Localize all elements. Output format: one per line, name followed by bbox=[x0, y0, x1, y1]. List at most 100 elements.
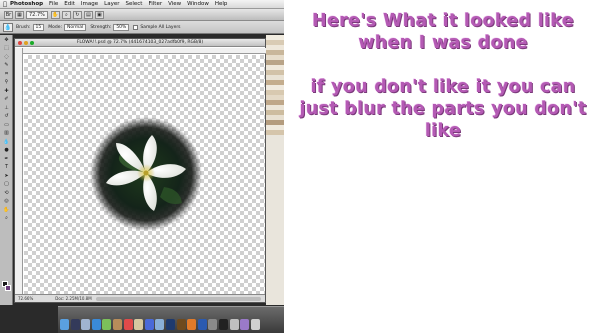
mail-dock-icon[interactable] bbox=[81, 319, 91, 330]
menu-image[interactable]: Image bbox=[81, 1, 98, 7]
lasso-tool-icon[interactable]: ◌ bbox=[1, 54, 12, 61]
pen-tool-icon[interactable]: ✒ bbox=[1, 156, 12, 163]
horizontal-ruler bbox=[23, 48, 266, 54]
caption-line: when I was done bbox=[358, 33, 528, 53]
brush-label: Brush: bbox=[16, 24, 31, 30]
gradient-tool-icon[interactable]: ▥ bbox=[1, 130, 12, 137]
mode-select[interactable]: Normal bbox=[64, 23, 87, 31]
3d-rotate-tool-icon[interactable]: ⟲ bbox=[1, 190, 12, 197]
move-tool-icon[interactable]: ✥ bbox=[1, 37, 12, 44]
zoom-readout[interactable]: 72.66% bbox=[18, 296, 33, 301]
menu-edit[interactable]: Edit bbox=[64, 1, 75, 7]
zoom-button[interactable] bbox=[30, 40, 34, 45]
menu-help[interactable]: Help bbox=[215, 1, 228, 7]
healing-brush-tool-icon[interactable]: ✚ bbox=[1, 88, 12, 95]
ichat-dock-icon[interactable] bbox=[102, 319, 112, 330]
flower-vignette-graphic bbox=[90, 117, 202, 231]
bridge-icon[interactable]: Br bbox=[4, 10, 13, 19]
crop-tool-icon[interactable]: ⌗ bbox=[1, 71, 12, 78]
blur-tool-icon[interactable]: 💧 bbox=[1, 139, 12, 146]
caption-text: Here's What it looked like when I was do… bbox=[292, 10, 594, 142]
trash-dock-icon[interactable] bbox=[250, 319, 260, 330]
flower-image bbox=[90, 117, 202, 231]
eraser-tool-icon[interactable]: ▭ bbox=[1, 122, 12, 129]
quick-select-tool-icon[interactable]: ✎ bbox=[1, 62, 12, 69]
hand-tool-icon[interactable]: ✋ bbox=[1, 207, 12, 214]
window-controls bbox=[18, 40, 36, 45]
brush-tool-icon[interactable]: ✐ bbox=[1, 96, 12, 103]
terminal-dock-icon[interactable] bbox=[218, 319, 228, 330]
horizontal-scrollbar[interactable] bbox=[95, 296, 261, 301]
background-color-swatch[interactable] bbox=[5, 285, 11, 291]
firefox-dock-icon[interactable] bbox=[187, 319, 197, 330]
strip-band bbox=[266, 130, 284, 135]
document-title: FLOWA!!.psd @ 72.7% (441674103_027adfb0f… bbox=[76, 40, 204, 45]
arrange-documents-icon[interactable]: ▤ bbox=[83, 10, 93, 19]
photoshop-dock-icon[interactable] bbox=[165, 319, 175, 330]
hand-tool-icon[interactable]: ✋ bbox=[50, 10, 60, 19]
zoom-level-select[interactable]: 72.7% bbox=[26, 10, 48, 19]
downloads-stack-icon[interactable] bbox=[240, 319, 250, 330]
document-window: FLOWA!!.psd @ 72.7% (441674103_027adfb0f… bbox=[14, 38, 266, 303]
document-title-bar[interactable]: FLOWA!!.psd @ 72.7% (441674103_027adfb0f… bbox=[15, 39, 265, 47]
ical-dock-icon[interactable] bbox=[123, 319, 133, 330]
screenshot-frame:  Photoshop File Edit Image Layer Select… bbox=[0, 0, 600, 333]
options-bar: 💧 Brush: 15 Mode: Normal Strength: 50% S… bbox=[0, 21, 284, 34]
document-size[interactable]: Doc: 2.25M/10.8M bbox=[55, 296, 91, 301]
rotate-view-icon[interactable]: ↻ bbox=[72, 10, 82, 19]
caption-line: if you don't like it you can bbox=[310, 77, 576, 97]
dodge-tool-icon[interactable]: ● bbox=[1, 147, 12, 154]
sample-all-layers-checkbox[interactable] bbox=[133, 24, 139, 30]
type-tool-icon[interactable]: T bbox=[1, 164, 12, 171]
dock bbox=[58, 306, 284, 333]
blur-tool-preset-icon[interactable]: 💧 bbox=[3, 22, 13, 32]
eyedropper-tool-icon[interactable]: ⚲ bbox=[1, 79, 12, 86]
zoom-tool-icon[interactable]: ⌕ bbox=[1, 215, 12, 222]
path-select-tool-icon[interactable]: ➤ bbox=[1, 173, 12, 180]
close-button[interactable] bbox=[18, 40, 22, 45]
tools-panel: ✥ ⬚ ◌ ✎ ⌗ ⚲ ✚ ✐ ⊥ ↺ ▭ ▥ 💧 ● ✒ T ➤ ▢ ⟲ ◎ … bbox=[0, 35, 13, 305]
shape-tool-icon[interactable]: ▢ bbox=[1, 181, 12, 188]
preview-dock-icon[interactable] bbox=[134, 319, 144, 330]
background-window-strip bbox=[266, 35, 284, 305]
caption-line: Here's What it looked like bbox=[312, 11, 574, 31]
caption-line: just blur the parts you don't bbox=[299, 99, 587, 119]
menu-bar:  Photoshop File Edit Image Layer Select… bbox=[0, 0, 284, 9]
brush-size-picker[interactable]: 15 bbox=[32, 23, 45, 31]
safari-dock-icon[interactable] bbox=[91, 319, 101, 330]
strength-field[interactable]: 50% bbox=[113, 23, 130, 31]
bridge-dock-icon[interactable] bbox=[176, 319, 186, 330]
view-extras-icon[interactable]: ▦ bbox=[15, 10, 24, 19]
word-dock-icon[interactable] bbox=[197, 319, 207, 330]
caption-line: like bbox=[424, 121, 462, 141]
minimize-button[interactable] bbox=[24, 40, 28, 45]
3d-orbit-tool-icon[interactable]: ◎ bbox=[1, 198, 12, 205]
mode-label: Mode: bbox=[48, 24, 63, 30]
iphoto-dock-icon[interactable] bbox=[155, 319, 165, 330]
itunes-dock-icon[interactable] bbox=[144, 319, 154, 330]
dashboard-dock-icon[interactable] bbox=[70, 319, 80, 330]
vertical-ruler bbox=[15, 48, 23, 294]
address-book-dock-icon[interactable] bbox=[112, 319, 122, 330]
finder-dock-icon[interactable] bbox=[60, 319, 69, 330]
menu-layer[interactable]: Layer bbox=[104, 1, 119, 7]
menu-view[interactable]: View bbox=[168, 1, 181, 7]
menu-window[interactable]: Window bbox=[187, 1, 209, 7]
transparent-canvas[interactable] bbox=[24, 55, 265, 294]
menu-file[interactable]: File bbox=[49, 1, 58, 7]
app-dock-icon[interactable] bbox=[229, 319, 239, 330]
strength-label: Strength: bbox=[90, 24, 112, 30]
marquee-tool-icon[interactable]: ⬚ bbox=[1, 45, 12, 52]
system-preferences-dock-icon[interactable] bbox=[208, 319, 218, 330]
menu-filter[interactable]: Filter bbox=[148, 1, 162, 7]
apple-menu-icon[interactable]:  bbox=[0, 1, 10, 8]
application-bar: Br ▦ 72.7% ✋ ⌕ ↻ ▤ ▣ bbox=[0, 9, 284, 21]
history-brush-tool-icon[interactable]: ↺ bbox=[1, 113, 12, 120]
clone-stamp-tool-icon[interactable]: ⊥ bbox=[1, 105, 12, 112]
menu-select[interactable]: Select bbox=[126, 1, 143, 7]
app-menu[interactable]: Photoshop bbox=[10, 1, 43, 7]
screen-mode-icon[interactable]: ▣ bbox=[94, 10, 104, 19]
zoom-tool-icon[interactable]: ⌕ bbox=[61, 10, 71, 19]
sample-all-layers-label: Sample All Layers bbox=[140, 24, 181, 30]
